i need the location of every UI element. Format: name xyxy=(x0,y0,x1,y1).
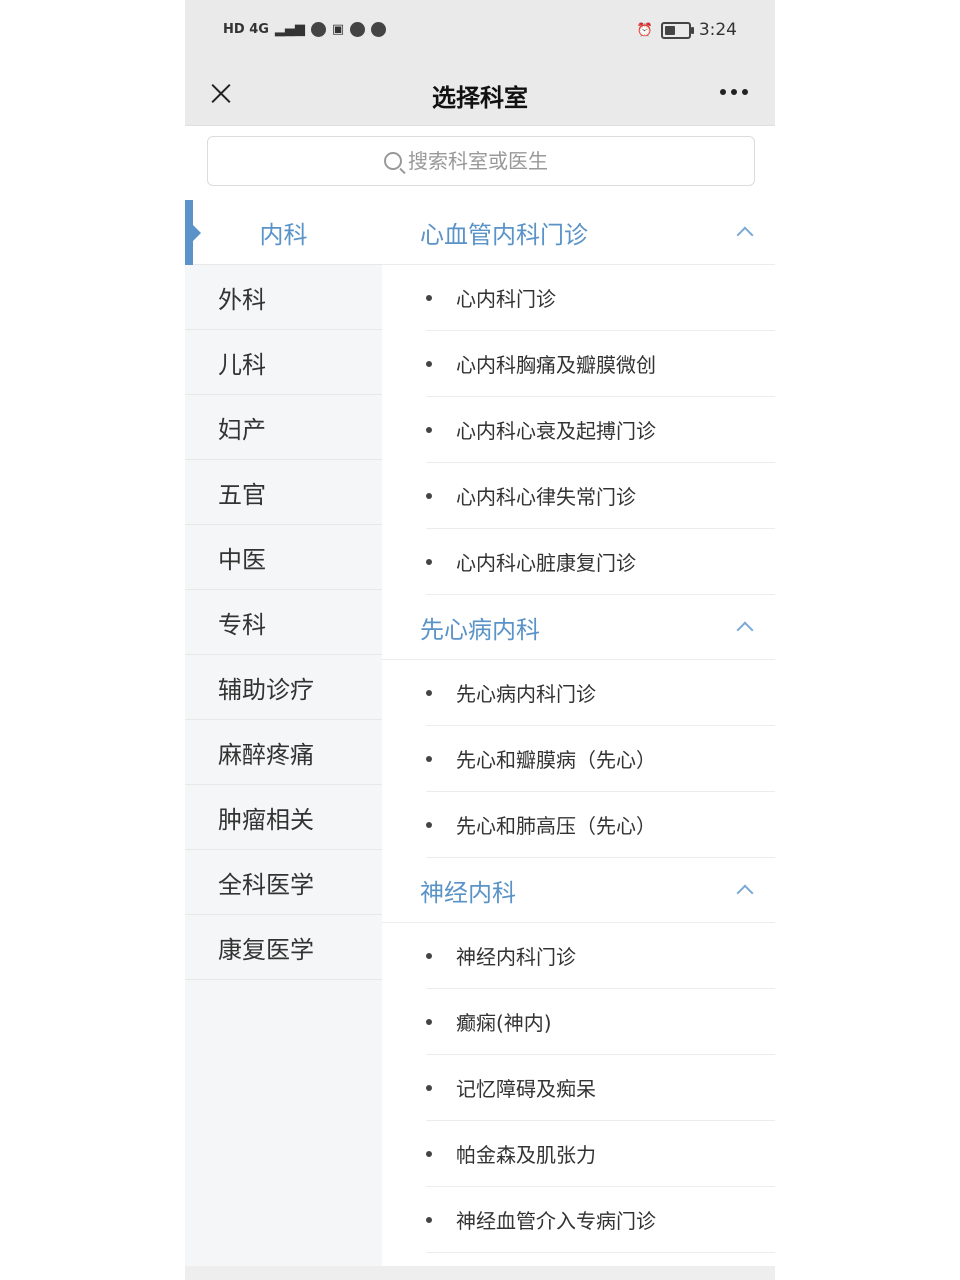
nav-item-label: 五官 xyxy=(218,480,266,509)
list-item-label: 记忆障碍及痴呆 xyxy=(456,1077,596,1101)
more-dot xyxy=(720,89,726,95)
bullet-icon xyxy=(426,360,432,367)
bullet-icon xyxy=(426,821,432,828)
status-time: 3:24 xyxy=(698,20,737,40)
group-title: 心血管内科门诊 xyxy=(420,220,588,249)
battery-icon xyxy=(660,21,694,39)
bullet-icon xyxy=(426,558,432,565)
nav-item-label: 妇产 xyxy=(218,415,266,444)
list-item-label: 先心和瓣膜病（先心） xyxy=(456,748,656,772)
nav-item-surgery[interactable]: 外科 xyxy=(185,265,382,330)
list-item[interactable]: 记忆障碍及痴呆 xyxy=(426,1055,775,1121)
department-category-nav: 内科 外科 儿科 妇产 五官 中医 专科 辅助诊疗 麻醉疼痛 肿瘤相关 全科医学… xyxy=(185,200,382,1280)
bullet-icon xyxy=(426,1216,432,1223)
group-header-cardiology[interactable]: 心血管内科门诊 xyxy=(382,200,775,265)
list-item[interactable]: 心内科心衰及起搏门诊 xyxy=(426,397,775,463)
app-notification-icon xyxy=(310,22,326,37)
bullet-icon xyxy=(426,689,432,696)
list-item-label: 帕金森及肌张力 xyxy=(456,1143,596,1167)
nav-item-oncology[interactable]: 肿瘤相关 xyxy=(185,785,382,850)
group-header-congenital-heart[interactable]: 先心病内科 xyxy=(382,595,775,660)
group-title: 先心病内科 xyxy=(420,615,540,644)
signal-icon: ▂▄▆ xyxy=(274,22,305,37)
more-dot xyxy=(731,89,737,95)
phone-screen: HD 4G ▂▄▆ ▣ ⏰ 3:24 选择科室 内科 外科 儿科 妇产 五官 xyxy=(185,0,775,1280)
list-item-label: 神经内科门诊 xyxy=(456,945,576,969)
group-header-neurology[interactable]: 神经内科 xyxy=(382,858,775,923)
nav-item-label: 中医 xyxy=(218,545,266,574)
bullet-icon xyxy=(426,426,432,433)
more-options-icon[interactable] xyxy=(717,82,751,102)
nav-item-label: 外科 xyxy=(218,285,266,314)
status-right: ⏰ 3:24 xyxy=(637,20,737,40)
list-item[interactable]: 心内科心脏康复门诊 xyxy=(426,529,775,595)
chevron-up-icon xyxy=(736,621,754,639)
list-item[interactable]: 先心和瓣膜病（先心） xyxy=(426,726,775,792)
list-item-label: 心内科心脏康复门诊 xyxy=(456,551,636,575)
nav-item-label: 康复医学 xyxy=(218,935,314,964)
list-item[interactable]: 心内科胸痛及瓣膜微创 xyxy=(426,331,775,397)
bullet-icon xyxy=(426,492,432,499)
list-item-label: 心内科心律失常门诊 xyxy=(456,485,636,509)
list-item[interactable]: 心内科心律失常门诊 xyxy=(426,463,775,529)
list-item-label: 先心病内科门诊 xyxy=(456,682,596,706)
more-dot xyxy=(742,89,748,95)
nav-item-specialty[interactable]: 专科 xyxy=(185,590,382,655)
bullet-icon xyxy=(426,755,432,762)
nav-item-ent[interactable]: 五官 xyxy=(185,460,382,525)
nav-item-label: 儿科 xyxy=(218,350,266,379)
nav-item-pediatrics[interactable]: 儿科 xyxy=(185,330,382,395)
list-item-label: 先心和肺高压（先心） xyxy=(456,814,656,838)
nav-item-obstetrics[interactable]: 妇产 xyxy=(185,395,382,460)
bullet-icon xyxy=(426,1018,432,1025)
list-item[interactable]: 神经血管介入专病门诊 xyxy=(426,1187,775,1253)
badge-icon xyxy=(371,22,387,37)
search-box[interactable] xyxy=(207,136,755,186)
nav-item-anesthesia[interactable]: 麻醉疼痛 xyxy=(185,720,382,785)
list-item[interactable]: 帕金森及肌张力 xyxy=(426,1121,775,1187)
bullet-icon xyxy=(426,1084,432,1091)
bullet-icon xyxy=(426,952,432,959)
list-item[interactable]: 先心和肺高压（先心） xyxy=(426,792,775,858)
nav-item-label: 全科医学 xyxy=(218,870,314,899)
list-item[interactable]: 先心病内科门诊 xyxy=(426,660,775,726)
list-item-label: 癫痫(神内) xyxy=(456,1011,552,1035)
calendar-icon: ▣ xyxy=(331,22,345,37)
nav-item-label: 内科 xyxy=(259,220,308,249)
nav-item-label: 麻醉疼痛 xyxy=(218,740,314,769)
chevron-up-icon xyxy=(736,226,754,244)
nav-item-label: 专科 xyxy=(218,610,266,639)
bullet-icon xyxy=(426,1150,432,1157)
nav-item-label: 肿瘤相关 xyxy=(218,805,314,834)
nav-item-rehabilitation[interactable]: 康复医学 xyxy=(185,915,382,980)
list-item-label: 心内科胸痛及瓣膜微创 xyxy=(456,353,656,377)
status-bar: HD 4G ▂▄▆ ▣ ⏰ 3:24 xyxy=(185,0,775,62)
nav-item-internal-medicine[interactable]: 内科 xyxy=(185,200,382,265)
nav-item-label: 辅助诊疗 xyxy=(218,675,314,704)
list-item[interactable]: 癫痫(神内) xyxy=(426,989,775,1055)
chevron-up-icon xyxy=(736,884,754,902)
list-item-label: 心内科门诊 xyxy=(456,287,556,311)
search-input[interactable] xyxy=(408,149,578,173)
list-item-label: 心内科心衰及起搏门诊 xyxy=(456,419,656,443)
department-list: 心血管内科门诊 心内科门诊 心内科胸痛及瓣膜微创 心内科心衰及起搏门诊 心内科心… xyxy=(382,200,775,1253)
page-title: 选择科室 xyxy=(432,84,528,112)
nav-item-general-medicine[interactable]: 全科医学 xyxy=(185,850,382,915)
bullet-icon xyxy=(426,294,432,301)
list-item[interactable]: 心内科门诊 xyxy=(426,265,775,331)
list-item-label: 神经血管介入专病门诊 xyxy=(456,1209,656,1233)
nav-item-auxiliary[interactable]: 辅助诊疗 xyxy=(185,655,382,720)
bottom-bar xyxy=(185,1266,775,1280)
network-indicator: HD 4G xyxy=(223,22,269,37)
message-icon xyxy=(350,22,366,37)
status-left: HD 4G ▂▄▆ ▣ xyxy=(223,22,387,37)
alarm-icon: ⏰ xyxy=(636,22,653,38)
group-title: 神经内科 xyxy=(420,878,516,907)
nav-item-tcm[interactable]: 中医 xyxy=(185,525,382,590)
search-icon xyxy=(384,152,402,170)
list-item[interactable]: 神经内科门诊 xyxy=(426,923,775,989)
app-header: 选择科室 xyxy=(185,62,775,126)
